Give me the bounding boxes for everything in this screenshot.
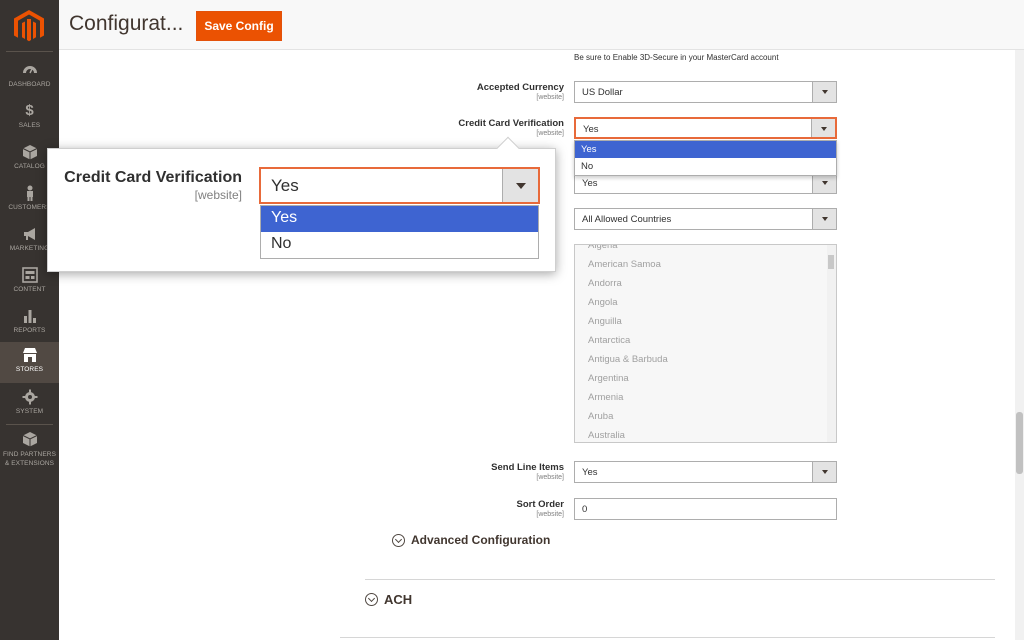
advanced-configuration-toggle[interactable]: Advanced Configuration [392,533,550,547]
sort-order-input[interactable]: 0 [574,498,837,520]
chevron-down-icon[interactable] [812,173,836,193]
cube-icon [22,145,37,160]
nav-label: CONTENT [13,286,46,293]
divider [365,579,995,580]
nav-divider [6,51,53,52]
dashboard-icon [22,66,37,74]
nav-divider [6,424,53,425]
nav-label: FIND PARTNERS & EXTENSIONS [2,451,57,467]
dropdown-option[interactable]: Yes [261,206,538,232]
scope-label: [website] [536,511,564,518]
admin-sidebar: DASHBOARD $ SALES CATALOG CUSTOMERS MARK… [0,0,59,640]
scope-label: [website] [536,474,564,481]
country-option[interactable]: Algeria [575,245,836,255]
field-note: Be sure to Enable 3D-Secure in your Mast… [574,53,779,62]
accepted-currency-label: Accepted Currency [website] [477,82,564,101]
country-option[interactable]: Armenia [575,388,836,407]
allowed-countries-select[interactable]: All Allowed Countries [574,208,837,230]
country-option[interactable]: Anguilla [575,312,836,331]
dropdown-option[interactable]: No [575,158,836,175]
store-icon [22,348,37,362]
zoom-ccv-select[interactable]: Yes [259,167,540,204]
ccv-select[interactable]: Yes [574,117,837,139]
country-option[interactable]: Australia [575,426,836,442]
nav-dashboard[interactable]: DASHBOARD [0,57,59,98]
send-line-items-select[interactable]: Yes [574,461,837,483]
chevron-down-icon[interactable] [502,169,538,202]
ach-section-toggle[interactable]: ACH [365,592,412,607]
scrollbar-thumb[interactable] [828,255,834,269]
gear-icon [22,389,37,405]
scope-label: [website] [194,188,242,202]
nav-sales[interactable]: $ SALES [0,98,59,139]
chevron-down-icon[interactable] [811,119,835,137]
field-label: Send Line Items [491,462,564,473]
chevron-down-icon[interactable] [812,209,836,229]
megaphone-icon [23,228,35,240]
select-value: US Dollar [582,87,623,98]
nav-label: REPORTS [13,327,46,334]
scrollbar-thumb[interactable] [1016,412,1023,474]
country-option[interactable]: American Samoa [575,255,836,274]
content-icon [21,267,38,283]
expand-circle-icon [365,593,378,606]
send-line-items-label: Send Line Items [website] [491,462,564,481]
page-scrollbar[interactable] [1015,50,1024,640]
page-header: Configurat... Save Config [59,0,1024,50]
country-option[interactable]: Aruba [575,407,836,426]
nav-label: DASHBOARD [8,81,51,88]
select-value: Yes [582,178,598,189]
nav-label: SALES [18,122,41,129]
select-value: Yes [271,176,299,195]
country-option[interactable]: Antigua & Barbuda [575,350,836,369]
extensions-box-icon [22,432,37,447]
section-title: ACH [384,592,413,607]
zoom-ccv-label: Credit Card Verification [website] [64,169,242,202]
select-value: All Allowed Countries [582,214,672,225]
field-label: Credit Card Verification [458,118,564,129]
nav-find-partners[interactable]: FIND PARTNERS & EXTENSIONS [0,426,59,470]
bar-chart-icon [23,310,36,323]
chevron-down-icon[interactable] [812,462,836,482]
divider [340,637,995,638]
nav-reports[interactable]: REPORTS [0,303,59,344]
country-option[interactable]: Angola [575,293,836,312]
country-option[interactable]: Andorra [575,274,836,293]
dollar-icon: $ [25,102,34,119]
accepted-currency-select[interactable]: US Dollar [574,81,837,103]
save-config-button[interactable]: Save Config [196,11,282,41]
field-label: Accepted Currency [476,82,564,93]
zoom-ccv-dropdown: Yes No [260,205,539,259]
country-option[interactable]: Argentina [575,369,836,388]
select-value: Yes [583,124,599,135]
section-title: Advanced Configuration [411,533,551,547]
list-scrollbar[interactable] [827,245,836,442]
nav-label: SYSTEM [15,408,44,415]
person-icon [26,185,33,201]
dropdown-option[interactable]: Yes [575,141,836,158]
scope-label: [website] [536,130,564,137]
chevron-down-icon[interactable] [812,82,836,102]
zoom-callout: Credit Card Verification [website] Yes Y… [47,136,556,272]
magento-logo[interactable] [14,10,44,44]
ccv-dropdown: Yes No [574,140,837,176]
nav-label: STORES [15,366,44,373]
ccv-label: Credit Card Verification [website] [458,118,564,137]
callout-pointer-cover [488,149,528,157]
expand-circle-icon [392,533,405,547]
field-label: Credit Card Verification [64,169,242,186]
nav-system[interactable]: SYSTEM [0,384,59,425]
scope-label: [website] [536,94,564,101]
sort-order-label: Sort Order [website] [516,499,564,518]
field-label: Sort Order [516,499,564,510]
country-option[interactable]: Antarctica [575,331,836,350]
nav-stores[interactable]: STORES [0,342,59,383]
specific-countries-list[interactable]: Algeria American Samoa Andorra Angola An… [574,244,837,443]
page-title: Configurat... [69,12,184,35]
select-value: Yes [582,467,598,478]
dropdown-option[interactable]: No [261,232,538,258]
